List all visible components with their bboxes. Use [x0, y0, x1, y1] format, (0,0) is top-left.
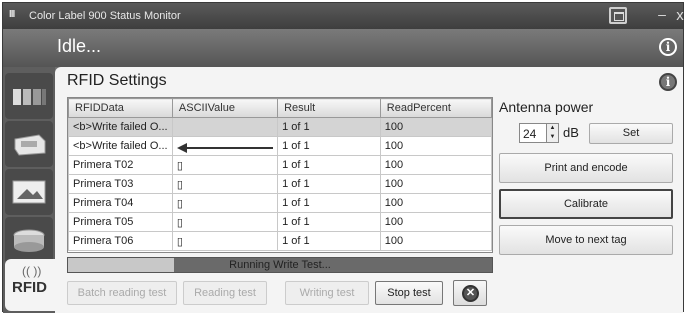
cell-percent: 100 — [379, 193, 493, 213]
table-row[interactable]: Primera T05 ▯ 1 of 1 100 — [68, 212, 493, 232]
cell-ascii: ▯ — [171, 155, 279, 175]
column-header-rfiddata[interactable]: RFIDData — [68, 98, 173, 118]
minimize-button[interactable]: – — [653, 7, 671, 24]
cell-result: 1 of 1 — [277, 212, 381, 232]
window-title: Color Label 900 Status Monitor — [29, 10, 181, 22]
close-icon: ✕ — [462, 285, 479, 302]
cell-result: 1 of 1 — [277, 117, 381, 137]
table-row[interactable]: Primera T02 ▯ 1 of 1 100 — [68, 155, 493, 175]
print-and-encode-button[interactable]: Print and encode — [499, 153, 673, 183]
table-row[interactable]: Primera T03 ▯ 1 of 1 100 — [68, 174, 493, 194]
status-header: Idle... i — [3, 29, 683, 67]
rfid-waves-icon: (( )) — [22, 264, 42, 278]
table-row[interactable]: Primera T06 ▯ 1 of 1 100 — [68, 231, 493, 251]
status-text: Idle... — [57, 36, 102, 56]
set-button[interactable]: Set — [589, 123, 673, 144]
status-info-icon[interactable]: i — [659, 38, 677, 56]
nav-media[interactable] — [5, 169, 53, 215]
cell-data: <b>Write failed O... — [68, 117, 173, 137]
cell-result: 1 of 1 — [277, 193, 381, 213]
table-row[interactable]: <b>Write failed O... 1 of 1 100 — [68, 117, 493, 137]
status-monitor-window: III Color Label 900 Status Monitor – x I… — [2, 2, 686, 313]
cartridge-icon — [14, 134, 46, 156]
cancel-button[interactable]: ✕ — [453, 280, 487, 306]
cell-percent: 100 — [379, 155, 493, 175]
page-title: RFID Settings — [67, 72, 167, 89]
rfid-table: RFIDData ASCIIValue Result ReadPercent <… — [67, 97, 493, 253]
arrow-left-icon — [177, 143, 273, 153]
side-nav: (( )) RFID — [3, 67, 55, 313]
antenna-power-stepper[interactable]: 24 ▲ ▼ — [519, 123, 559, 143]
cell-data: Primera T06 — [68, 231, 173, 251]
calibrate-button[interactable]: Calibrate — [499, 189, 673, 219]
column-header-result[interactable]: Result — [277, 98, 381, 118]
cell-result: 1 of 1 — [277, 174, 381, 194]
roll-icon — [13, 229, 45, 252]
rfid-label: RFID — [12, 279, 47, 296]
move-to-next-tag-button[interactable]: Move to next tag — [499, 225, 673, 255]
antenna-power-label: Antenna power — [499, 99, 594, 115]
rfid-settings-panel: RFID Settings i RFIDData ASCIIValue Resu… — [55, 67, 683, 313]
table-row[interactable]: Primera T04 ▯ 1 of 1 100 — [68, 193, 493, 213]
close-button[interactable]: x — [671, 7, 686, 24]
cell-data: Primera T03 — [68, 174, 173, 194]
cell-ascii: ▯ — [171, 231, 279, 251]
app-logo: III — [9, 9, 15, 20]
cell-data: Primera T02 — [68, 155, 173, 175]
cell-result: 1 of 1 — [277, 231, 381, 251]
cell-percent: 100 — [379, 174, 493, 194]
column-header-asciivalue[interactable]: ASCIIValue — [171, 98, 279, 118]
stop-test-button[interactable]: Stop test — [375, 281, 443, 305]
stepper-arrows-icon[interactable]: ▲ ▼ — [546, 124, 558, 142]
cell-result: 1 of 1 — [277, 155, 381, 175]
media-icon — [12, 180, 46, 204]
cell-ascii: ▯ — [171, 174, 279, 194]
cell-ascii — [171, 117, 279, 137]
cell-result: 1 of 1 — [277, 136, 381, 156]
antenna-power-value: 24 — [523, 127, 537, 141]
nav-printer[interactable] — [5, 73, 53, 119]
title-bar: III Color Label 900 Status Monitor – x — [3, 3, 686, 29]
table-row[interactable]: <b>Write failed O... 1 of 1 100 — [68, 136, 493, 156]
column-header-readpercent[interactable]: ReadPercent — [379, 98, 493, 118]
progress-text: Running Write Test... — [229, 259, 331, 271]
cell-percent: 100 — [379, 212, 493, 232]
cell-data: Primera T04 — [68, 193, 173, 213]
cell-ascii: ▯ — [171, 193, 279, 213]
writing-test-button[interactable]: Writing test — [285, 281, 369, 305]
restore-button[interactable] — [609, 7, 627, 24]
antenna-unit: dB — [563, 125, 579, 140]
progress-bar: Running Write Test... — [67, 257, 493, 273]
nav-rfid[interactable]: (( )) RFID — [5, 259, 55, 311]
cell-ascii: ▯ — [171, 212, 279, 232]
cell-data: Primera T05 — [68, 212, 173, 232]
nav-cartridge[interactable] — [5, 121, 53, 167]
cell-percent: 100 — [379, 136, 493, 156]
batch-reading-test-button[interactable]: Batch reading test — [67, 281, 177, 305]
reading-test-button[interactable]: Reading test — [183, 281, 267, 305]
panel-info-icon[interactable]: i — [659, 73, 677, 91]
cell-percent: 100 — [379, 117, 493, 137]
printer-icon — [13, 89, 46, 105]
cell-percent: 100 — [379, 231, 493, 251]
cell-data: <b>Write failed O... — [68, 136, 173, 156]
nav-roll[interactable] — [5, 217, 53, 263]
